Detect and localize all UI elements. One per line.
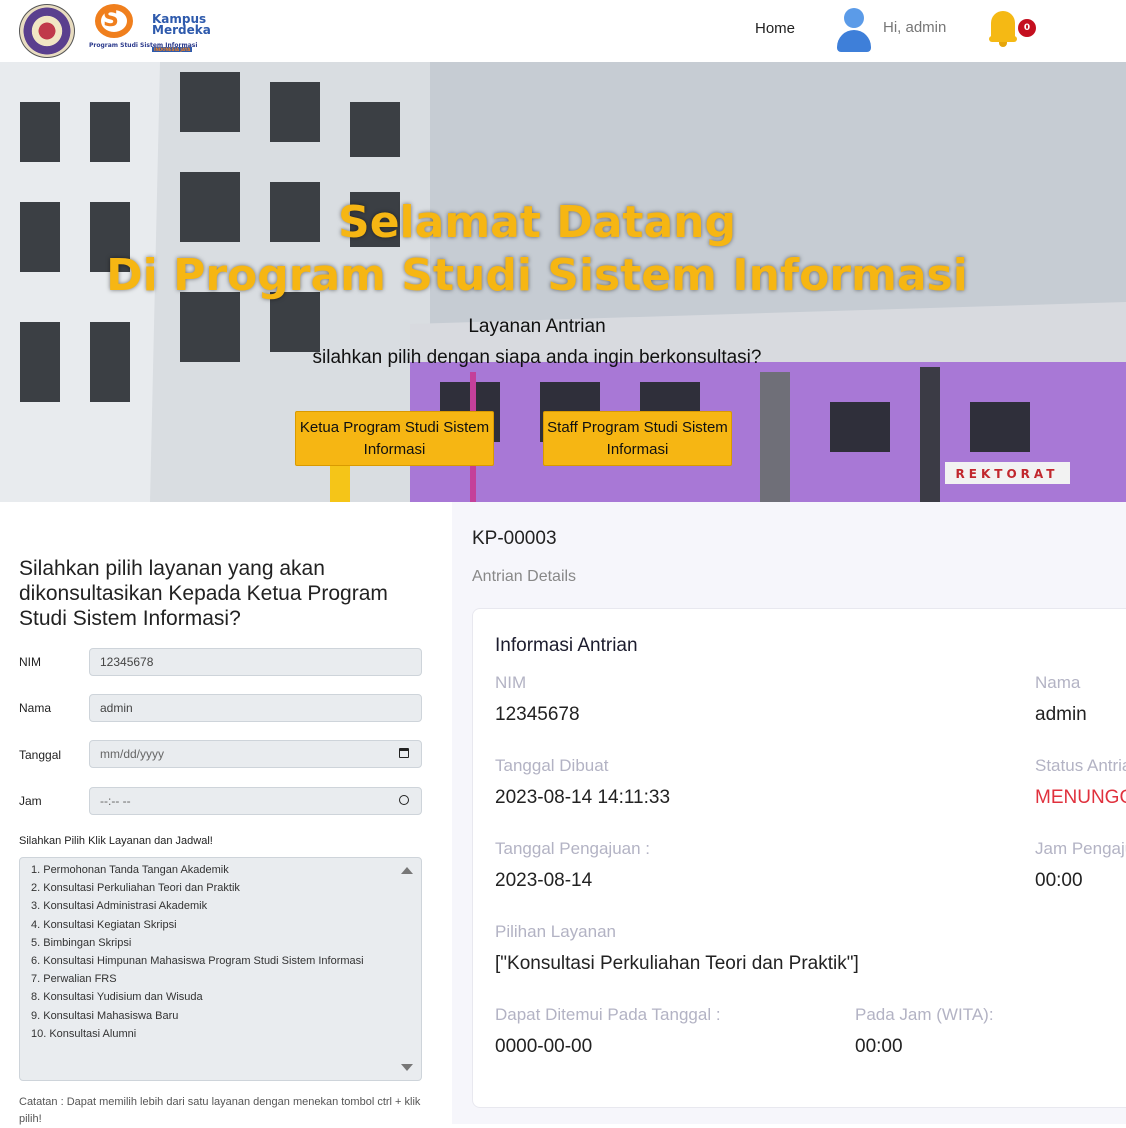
jam-label: Jam [19, 794, 42, 808]
jam-time-input[interactable]: --:-- -- [89, 787, 422, 815]
building-sign-text: REKTORAT [956, 467, 1059, 481]
scroll-up-arrow-icon[interactable] [401, 867, 413, 874]
nama-detail-label: Nama [1035, 673, 1081, 692]
antrian-code: KP-00003 [472, 528, 557, 549]
nama-input[interactable]: admin [89, 694, 422, 722]
jam-placeholder: --:-- -- [100, 794, 131, 808]
logo3-line3: INDONESIA JAYA [152, 47, 193, 52]
layanan-option[interactable]: 7. Perwalian FRS [31, 973, 401, 991]
status-value: MENUNGGU [1035, 787, 1126, 808]
nama-label: Nama [19, 701, 52, 715]
antrian-details-panel: KP-00003 Antrian Details Informasi Antri… [452, 502, 1126, 1124]
nim-input[interactable]: 12345678 [89, 648, 422, 676]
nim-detail-value: 12345678 [495, 704, 580, 725]
tanggal-date-input[interactable]: mm/dd/yyyy [89, 740, 422, 768]
hero-title-line1: Selamat Datang [338, 197, 736, 248]
ditemui-tanggal-value: 0000-00-00 [495, 1036, 593, 1057]
logo3-line2: Merdeka [152, 23, 211, 37]
layanan-option[interactable]: 9. Konsultasi Mahasiswa Baru [31, 1010, 401, 1028]
hero-title-line2: Di Program Studi Sistem Informasi [106, 250, 968, 301]
bell-dome-shape [991, 11, 1015, 39]
nama-detail-value: admin [1035, 704, 1087, 725]
layanan-option[interactable]: 10. Konsultasi Alumni [31, 1028, 401, 1046]
hero-subtitle-line1: Layanan Antrian [468, 316, 606, 337]
ditemui-jam-label: Pada Jam (WITA): [855, 1005, 994, 1024]
tanggal-placeholder: mm/dd/yyyy [100, 747, 165, 761]
details-subtitle: Antrian Details [472, 568, 577, 585]
bell-clapper-shape [999, 42, 1007, 47]
notification-bell-icon[interactable] [989, 9, 1019, 47]
layanan-option[interactable]: 1. Permohonan Tanda Tangan Akademik [31, 864, 401, 882]
jam-pengajuan-label: Jam Pengajuan [1035, 839, 1126, 858]
scroll-down-arrow-icon[interactable] [401, 1064, 413, 1071]
ditemui-tanggal-label: Dapat Ditemui Pada Tanggal : [495, 1005, 721, 1024]
user-greeting[interactable]: Hi, admin [883, 19, 946, 36]
nim-label: NIM [19, 655, 41, 669]
logo-s-glyph: S [103, 7, 119, 32]
informasi-antrian-card: Informasi Antrian NIM 12345678 Nama admi… [472, 608, 1126, 1108]
form-note: Catatan : Dapat memilih lebih dari satu … [19, 1096, 421, 1125]
layanan-multiselect[interactable]: 1. Permohonan Tanda Tangan Akademik 2. K… [19, 857, 422, 1081]
tanggal-dibuat-value: 2023-08-14 14:11:33 [495, 787, 671, 808]
layanan-option[interactable]: 6. Konsultasi Himpunan Mahasiswa Program… [31, 955, 401, 973]
hero-subtitle-line2: silahkan pilih dengan siapa anda ingin b… [312, 347, 762, 368]
pilihan-layanan-value: ["Konsultasi Perkuliahan Teori dan Prakt… [495, 953, 859, 974]
kampus-merdeka-logo[interactable]: Kampus Merdeka INDONESIA JAYA [152, 13, 216, 52]
layanan-option[interactable]: 2. Konsultasi Perkuliahan Teori dan Prak… [31, 882, 401, 900]
layanan-label: Silahkan Pilih Klik Layanan dan Jadwal! [19, 835, 213, 847]
nav-home-link[interactable]: Home [755, 20, 795, 37]
hero-banner: REKTORAT Selamat Datang Di Program Studi… [0, 62, 1126, 502]
user-avatar-icon[interactable] [836, 8, 872, 52]
notification-count-badge: 0 [1018, 19, 1036, 37]
form-heading: Silahkan pilih layanan yang akan dikonsu… [19, 557, 388, 630]
ketua-prodi-button[interactable]: Ketua Program Studi Sistem Informasi [295, 411, 494, 466]
service-form: Silahkan pilih layanan yang akan dikonsu… [0, 502, 452, 1125]
tanggal-label: Tanggal [19, 748, 62, 762]
card-title: Informasi Antrian [495, 635, 638, 656]
pilihan-layanan-label: Pilihan Layanan [495, 922, 616, 941]
sistem-informasi-logo[interactable]: S Program Studi Sistem Informasi [89, 4, 197, 58]
staff-prodi-button[interactable]: Staff Program Studi Sistem Informasi [543, 411, 732, 466]
tanggal-dibuat-label: Tanggal Dibuat [495, 756, 609, 775]
calendar-icon[interactable] [399, 748, 409, 758]
ditemui-jam-value: 00:00 [855, 1036, 903, 1057]
clock-icon[interactable] [399, 795, 409, 805]
tanggal-pengajuan-label: Tanggal Pengajuan : [495, 839, 651, 858]
jam-pengajuan-value: 00:00 [1035, 870, 1083, 891]
university-seal-logo[interactable] [19, 4, 75, 58]
nim-detail-label: NIM [495, 673, 527, 692]
avatar-body-shape [837, 30, 871, 52]
layanan-option[interactable]: 5. Bimbingan Skripsi [31, 937, 401, 955]
layanan-option[interactable]: 8. Konsultasi Yudisium dan Wisuda [31, 991, 401, 1009]
navbar: S Program Studi Sistem Informasi Kampus … [0, 0, 1126, 62]
avatar-head-shape [844, 8, 864, 28]
layanan-option[interactable]: 3. Konsultasi Administrasi Akademik [31, 900, 401, 918]
tanggal-pengajuan-value: 2023-08-14 [495, 870, 593, 891]
layanan-option[interactable]: 4. Konsultasi Kegiatan Skripsi [31, 919, 401, 937]
status-label: Status Antrian [1035, 756, 1126, 775]
